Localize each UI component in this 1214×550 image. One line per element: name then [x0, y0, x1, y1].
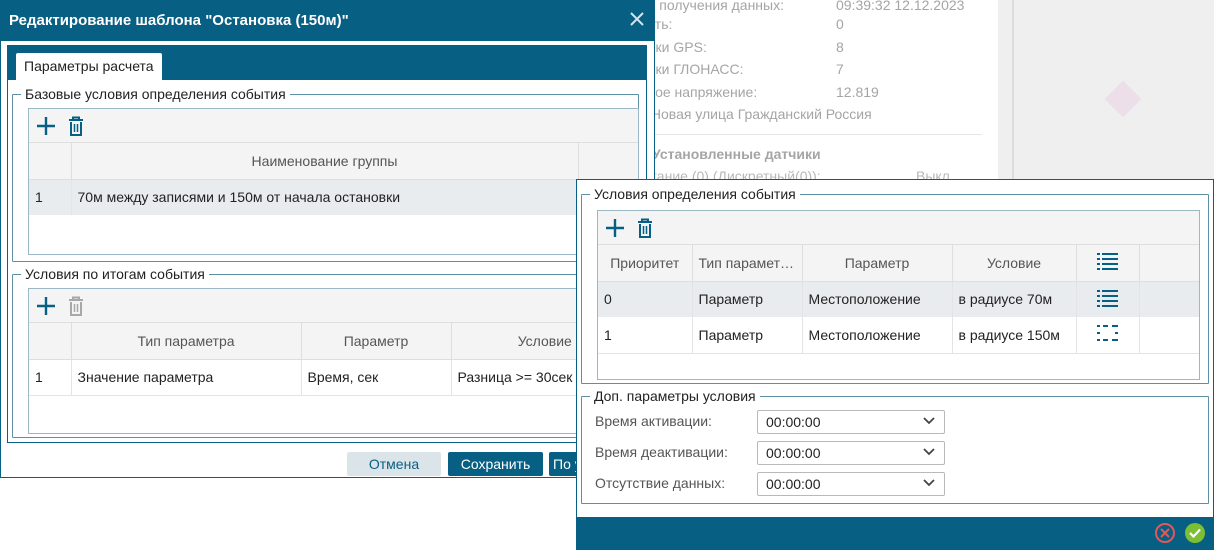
group-legend: Условия определения события: [594, 186, 796, 202]
divider: [648, 134, 982, 135]
empty-cell: [1139, 281, 1199, 317]
activation-time-select[interactable]: 00:00:00: [757, 410, 945, 434]
no-data-row: Отсутствие данных: 00:00:00: [589, 472, 949, 496]
base-conditions-table: Наименование группы 1 70м между записями…: [29, 143, 638, 215]
activation-time-row: Время активации: 00:00:00: [589, 410, 949, 434]
conditions-table: Приоритет Тип параметра Параметр Условие…: [598, 245, 1199, 354]
table-row[interactable]: 1 Параметр Местоположение в радиусе 150м: [598, 317, 1199, 354]
base-conditions-grid: Наименование группы 1 70м между записями…: [28, 108, 639, 255]
map[interactable]: [998, 0, 1214, 190]
table-header: Тип параметра Параметр Условие: [29, 323, 638, 360]
template-edit-dialog: Редактирование шаблона "Остановка (150м)…: [0, 0, 655, 478]
list-settings-icon[interactable]: [1076, 281, 1140, 317]
table-row[interactable]: 1 70м между записями и 150м от начала ос…: [29, 179, 638, 215]
condition-cell: в радиусе 150м: [952, 317, 1077, 354]
column-header: [29, 143, 72, 180]
dialog-body: Параметры расчета Базовые условия опреде…: [7, 45, 647, 443]
column-header-settings[interactable]: [1076, 245, 1140, 282]
extra-button[interactable]: По у: [549, 452, 579, 476]
list-dashed-icon[interactable]: [1076, 317, 1140, 354]
grid-toolbar: [29, 289, 638, 323]
dialog-footer: [577, 517, 1213, 549]
deactivation-time-row: Время деактивации: 00:00:00: [589, 441, 949, 465]
param-cell: Местоположение: [802, 317, 953, 354]
row-number: 1: [29, 179, 72, 215]
no-data-select[interactable]: 00:00:00: [757, 472, 945, 496]
column-header-param[interactable]: Параметр: [301, 323, 452, 360]
column-header-priority[interactable]: Приоритет: [598, 245, 693, 282]
column-header: [1139, 245, 1199, 282]
chevron-down-icon: [923, 417, 935, 425]
column-header-group-name[interactable]: Наименование группы: [71, 143, 579, 180]
tab-bar: Параметры расчета: [8, 46, 646, 81]
close-icon[interactable]: [626, 9, 648, 31]
row-number: 1: [29, 359, 72, 396]
table-header: Наименование группы: [29, 143, 638, 180]
column-header-condition[interactable]: Условие: [952, 245, 1077, 282]
param-type-cell: Значение параметра: [71, 359, 302, 396]
column-header: [29, 323, 72, 360]
cancel-button[interactable]: Отмена: [347, 452, 441, 476]
condition-cell: в радиусе 70м: [952, 281, 1077, 317]
dialog-footer: Отмена Сохранить По у: [1, 447, 654, 479]
chevron-down-icon: [923, 448, 935, 456]
trash-icon: [65, 295, 87, 317]
map-geozone: [1104, 80, 1142, 118]
chevron-down-icon: [923, 479, 935, 487]
trash-icon[interactable]: [634, 217, 656, 239]
conditions-grid: Приоритет Тип параметра Параметр Условие…: [597, 210, 1200, 380]
dialog-header: Редактирование шаблона "Остановка (150м)…: [1, 1, 654, 41]
result-conditions-grid: Тип параметра Параметр Условие 1 Значени…: [28, 288, 639, 434]
deactivation-time-label: Время деактивации:: [595, 444, 728, 460]
table-row[interactable]: 1 Значение параметра Время, сек Разница …: [29, 359, 638, 396]
param-cell: Время, сек: [301, 359, 452, 396]
empty-cell: [1139, 317, 1199, 354]
group-legend: Условия по итогам события: [25, 266, 205, 282]
table-row[interactable]: 0 Параметр Местоположение в радиусе 70м: [598, 281, 1199, 317]
list-settings-icon: [1096, 253, 1118, 271]
grid-toolbar: [29, 109, 638, 143]
cancel-icon[interactable]: [1155, 523, 1175, 543]
column-header: [578, 143, 638, 180]
tab-calc-params[interactable]: Параметры расчета: [16, 53, 162, 81]
add-icon[interactable]: [35, 295, 57, 317]
check-icon[interactable]: [1185, 523, 1205, 543]
group-name-cell: 70м между записями и 150м от начала оста…: [71, 179, 638, 215]
grid-toolbar: [598, 211, 1199, 245]
column-header-param-type[interactable]: Тип параметра: [692, 245, 803, 282]
save-button[interactable]: Сохранить: [448, 452, 543, 476]
deactivation-time-select[interactable]: 00:00:00: [757, 441, 945, 465]
param-cell: Местоположение: [802, 281, 953, 317]
add-icon[interactable]: [604, 217, 626, 239]
param-type-cell: Параметр: [692, 317, 803, 354]
dialog-title: Редактирование шаблона "Остановка (150м)…: [9, 12, 349, 29]
sensors-title: Установленные датчики: [652, 146, 821, 162]
column-header-param[interactable]: Параметр: [802, 245, 953, 282]
priority-cell: 1: [598, 317, 693, 354]
condition-edit-dialog: Условия определения события Приоритет Ти…: [576, 179, 1214, 550]
group-legend: Базовые условия определения события: [25, 86, 286, 102]
result-conditions-table: Тип параметра Параметр Условие 1 Значени…: [29, 323, 638, 396]
table-header: Приоритет Тип параметра Параметр Условие: [598, 245, 1199, 282]
no-data-label: Отсутствие данных:: [595, 475, 726, 491]
address-text: с:Новая улица Гражданский Россия: [640, 106, 872, 122]
trash-icon[interactable]: [65, 115, 87, 137]
column-header-param-type[interactable]: Тип параметра: [71, 323, 302, 360]
map-road: [1012, 0, 1014, 190]
activation-time-label: Время активации:: [595, 413, 712, 429]
group-legend: Доп. параметры условия: [594, 388, 756, 404]
param-type-cell: Параметр: [692, 281, 803, 317]
add-icon[interactable]: [35, 115, 57, 137]
priority-cell: 0: [598, 281, 693, 317]
